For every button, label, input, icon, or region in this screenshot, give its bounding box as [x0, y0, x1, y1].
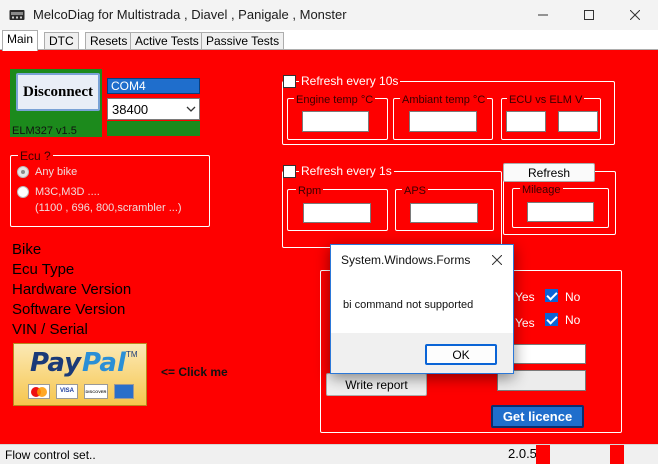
yes-label-2: Yes: [515, 316, 535, 330]
tab-dtc[interactable]: DTC: [44, 32, 79, 50]
window-title: MelcoDiag for Multistrada , Diavel , Pan…: [33, 7, 347, 22]
radio-any-bike-label: Any bike: [35, 166, 78, 178]
status-message: Flow control set..: [5, 448, 96, 462]
tab-passive-tests[interactable]: Passive Tests: [201, 32, 285, 50]
connection-indicator: [107, 121, 200, 136]
write-report-button[interactable]: Write report: [326, 373, 427, 396]
dialog-title: System.Windows.Forms: [341, 253, 471, 267]
close-icon: [630, 10, 640, 20]
maximize-button[interactable]: [566, 0, 612, 30]
rpm-label: Rpm: [296, 185, 324, 197]
tab-resets[interactable]: Resets: [85, 32, 133, 50]
mastercard-icon: [28, 384, 50, 399]
dialog-footer: OK: [331, 333, 513, 373]
title-bar: MelcoDiag for Multistrada , Diavel , Pan…: [0, 0, 658, 30]
minimize-icon: [538, 14, 548, 16]
paypal-button[interactable]: Pay Pal TM VISA DISCOVER: [13, 343, 147, 406]
refresh-1s-label: Refresh every 1s: [299, 164, 394, 178]
bike-label: Bike: [12, 241, 42, 258]
ok-button[interactable]: OK: [425, 344, 497, 365]
aps-label: APS: [402, 185, 429, 197]
ecu-type-label: Ecu Type: [12, 261, 75, 278]
status-indicator-2: [610, 445, 624, 464]
paypal-logo-pay: Pay: [30, 348, 82, 378]
paypal-logo-pal: Pal: [82, 348, 126, 378]
ambiant-temp-field[interactable]: [409, 111, 477, 132]
elm-version-label: ELM327 v1.5: [12, 125, 77, 137]
dialog-title-bar: System.Windows.Forms: [331, 245, 513, 275]
get-licence-button[interactable]: Get licence: [491, 405, 584, 428]
message-dialog: System.Windows.Forms bi command not supp…: [330, 244, 514, 374]
mileage-label: Mileage: [520, 184, 563, 196]
close-icon: [492, 255, 502, 265]
refresh-button[interactable]: Refresh: [503, 163, 595, 182]
amex-icon: [114, 384, 134, 399]
elm-volt-field[interactable]: [558, 111, 598, 132]
status-bar: Flow control set.. 2.0.5.2: [0, 444, 658, 464]
chevron-down-icon: [186, 106, 196, 112]
ecu-volt-field[interactable]: [506, 111, 546, 132]
refresh-1s-checkbox[interactable]: [283, 165, 296, 178]
engine-temp-field[interactable]: [302, 111, 369, 132]
status-indicator-1: [536, 445, 550, 464]
app-icon: [9, 10, 25, 20]
hardware-version-label: Hardware Version: [12, 281, 132, 298]
radio-m3c[interactable]: [17, 186, 29, 198]
software-version-label: Software Version: [12, 301, 126, 318]
tab-active-tests[interactable]: Active Tests: [130, 32, 204, 50]
minimize-button[interactable]: [520, 0, 566, 30]
discover-icon: DISCOVER: [84, 384, 108, 399]
dialog-message: bi command not supported: [343, 299, 474, 311]
radio-m3c-sublabel: (1100 , 696, 800,scrambler ...): [35, 202, 182, 214]
visa-icon: VISA: [56, 384, 78, 399]
baud-value: 38400: [112, 102, 149, 117]
com-port-field[interactable]: COM4: [107, 78, 200, 94]
paypal-tm: TM: [126, 350, 138, 359]
refresh-10s-checkbox[interactable]: [283, 75, 296, 88]
aps-field[interactable]: [410, 203, 478, 223]
dialog-close-button[interactable]: [481, 245, 513, 275]
engine-temp-label: Engine temp °C: [294, 94, 376, 106]
no-label-1: No: [565, 290, 581, 304]
vin-serial-label: VIN / Serial: [12, 321, 88, 338]
radio-m3c-label: M3C,M3D ....: [35, 186, 100, 198]
maximize-icon: [584, 10, 594, 20]
tab-main[interactable]: Main: [2, 30, 39, 51]
no-label-2: No: [565, 313, 581, 327]
ecu-group-label: Ecu ?: [18, 149, 53, 163]
refresh-10s-label: Refresh every 10s: [299, 74, 401, 88]
baud-select[interactable]: 38400: [107, 98, 200, 120]
rpm-field[interactable]: [303, 203, 371, 223]
ecu-vs-elm-label: ECU vs ELM V: [507, 94, 585, 106]
click-me-label: <= Click me: [161, 365, 228, 379]
com-port-value: COM4: [111, 79, 146, 93]
radio-any-bike[interactable]: [17, 166, 29, 178]
no-checkbox-2[interactable]: [545, 313, 558, 326]
close-button[interactable]: [612, 0, 658, 30]
ambiant-temp-label: Ambiant temp °C: [400, 94, 488, 106]
mileage-field[interactable]: [527, 202, 594, 222]
yes-label-1: Yes: [515, 290, 535, 304]
disconnect-button[interactable]: Disconnect: [16, 73, 100, 111]
no-checkbox-1[interactable]: [545, 289, 558, 302]
